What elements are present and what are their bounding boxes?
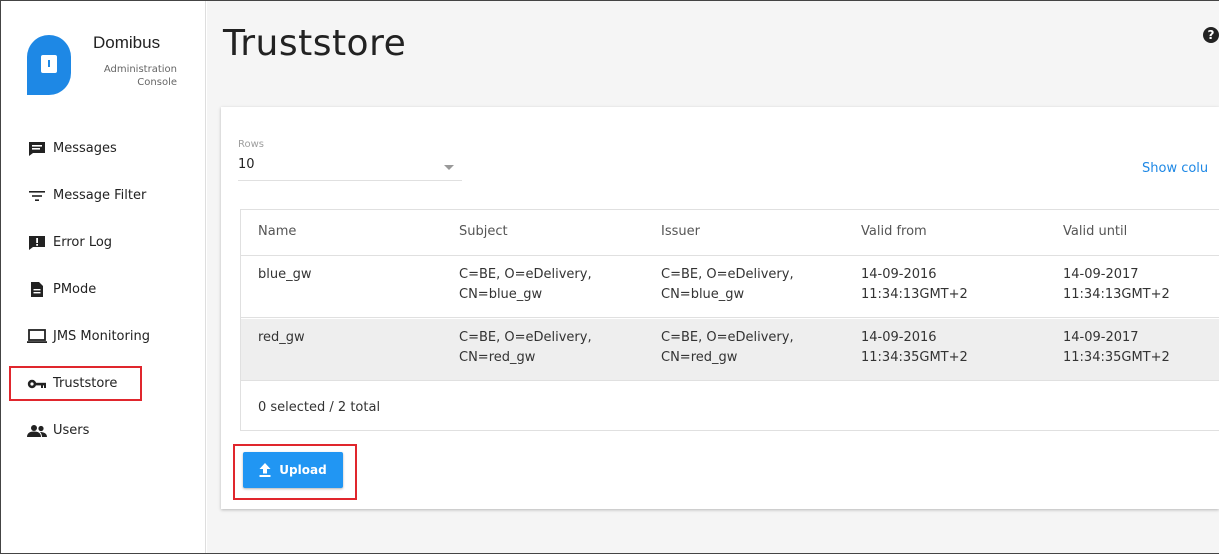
truststore-card: Rows 10 Show colu Name Subject Issuer Va…	[221, 107, 1219, 509]
table-row[interactable]: blue_gw C=BE, O=eDelivery, CN=blue_gw C=B…	[241, 256, 1219, 318]
sidebar-item-messages[interactable]: Messages	[1, 125, 206, 172]
cell-name: red_gw	[258, 330, 305, 345]
sidebar-item-label: JMS Monitoring	[53, 329, 150, 344]
column-header[interactable]: Issuer	[661, 222, 700, 242]
show-columns-link[interactable]: Show colu	[1142, 161, 1208, 176]
truststore-table: Name Subject Issuer Valid from Valid unt…	[240, 209, 1219, 431]
brand-title: Domibus	[93, 33, 161, 52]
column-header[interactable]: Subject	[459, 222, 508, 242]
main-content: Truststore ? Rows 10 Show colu Name Subj…	[207, 1, 1219, 553]
rows-label: Rows	[238, 139, 265, 150]
selection-count: 0 selected / 2 total	[258, 400, 381, 415]
sidebar-item-pmode[interactable]: PMode	[1, 266, 206, 313]
cell-valid-from: 14-09-2016 11:34:35GMT+2	[861, 330, 968, 365]
rows-select[interactable]: 10	[238, 157, 462, 181]
table-footer: 0 selected / 2 total	[241, 382, 1219, 430]
sidebar-item-label: PMode	[53, 282, 97, 297]
cell-issuer: C=BE, O=eDelivery, CN=blue_gw	[661, 267, 794, 302]
chevron-down-icon	[444, 165, 454, 170]
monitor-icon	[27, 329, 47, 345]
sidebar-item-label: Messages	[53, 141, 117, 156]
sidebar-item-label: Message Filter	[53, 188, 147, 203]
sidebar-item-label: Error Log	[53, 235, 113, 250]
filter-icon	[27, 188, 47, 204]
message-icon	[27, 141, 47, 157]
cell-name: blue_gw	[258, 267, 312, 282]
highlight-box	[9, 366, 142, 401]
sidebar-item-label: Users	[53, 423, 90, 438]
column-header[interactable]: Valid until	[1063, 222, 1127, 242]
sidebar-nav: Messages Message Filter Error Log PMode …	[1, 125, 206, 454]
sidebar-item-error-log[interactable]: Error Log	[1, 219, 206, 266]
sidebar-item-message-filter[interactable]: Message Filter	[1, 172, 206, 219]
help-icon[interactable]: ?	[1203, 27, 1219, 43]
column-header[interactable]: Valid from	[861, 222, 927, 242]
sidebar: Domibus Administration Console Messages …	[1, 1, 206, 553]
column-header[interactable]: Name	[258, 222, 296, 242]
cell-valid-until: 14-09-2017 11:34:35GMT+2	[1063, 330, 1170, 365]
table-row[interactable]: red_gw C=BE, O=eDelivery, CN=red_gw C=BE,…	[241, 319, 1219, 381]
upload-label: Upload	[279, 463, 327, 477]
cell-issuer: C=BE, O=eDelivery, CN=red_gw	[661, 330, 794, 365]
users-icon	[27, 423, 47, 439]
rows-value: 10	[238, 157, 255, 172]
cell-subject: C=BE, O=eDelivery, CN=red_gw	[459, 330, 592, 365]
page-title: Truststore	[223, 23, 407, 64]
sidebar-item-users[interactable]: Users	[1, 407, 206, 454]
cell-subject: C=BE, O=eDelivery, CN=blue_gw	[459, 267, 592, 302]
file-icon	[27, 282, 47, 298]
sidebar-item-truststore[interactable]: Truststore	[1, 360, 206, 407]
upload-button[interactable]: Upload	[243, 452, 343, 488]
table-header: Name Subject Issuer Valid from Valid unt…	[241, 210, 1219, 256]
cell-valid-until: 14-09-2017 11:34:13GMT+2	[1063, 267, 1170, 302]
brand[interactable]: Domibus Administration Console	[27, 29, 202, 99]
cell-valid-from: 14-09-2016 11:34:13GMT+2	[861, 267, 968, 302]
brand-subtitle: Administration Console	[103, 64, 177, 88]
domibus-logo-icon	[27, 35, 71, 95]
sidebar-item-jms-monitoring[interactable]: JMS Monitoring	[1, 313, 206, 360]
error-log-icon	[27, 235, 47, 251]
upload-icon	[259, 463, 271, 477]
